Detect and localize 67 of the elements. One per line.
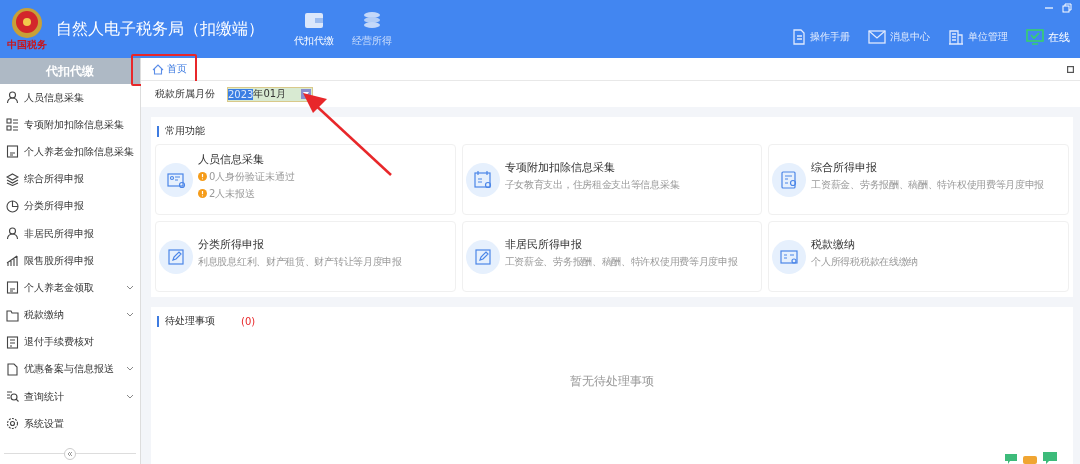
coins-icon: [361, 10, 383, 30]
chat-icon[interactable]: [1043, 452, 1057, 464]
folder-icon: [6, 308, 19, 322]
form-icon: [772, 162, 807, 197]
warning-icon: [198, 172, 207, 181]
document-icon: [6, 281, 19, 295]
status-note: 0人身份验证未通过: [209, 169, 296, 184]
warning-icon: [198, 189, 207, 198]
chat-icon[interactable]: [1023, 456, 1037, 464]
sidebar-item[interactable]: 退付手续费核对: [0, 328, 140, 356]
toolbar-button[interactable]: 在线: [1026, 29, 1070, 45]
chat-icon[interactable]: [1005, 454, 1017, 464]
calendar-icon: [465, 162, 500, 197]
empty-message: 暂无待处理事项: [570, 373, 654, 390]
emblem-icon: [9, 6, 45, 40]
function-card[interactable]: 人员信息采集 0人身份验证未通过 2人未报送: [155, 144, 456, 215]
sidebar-item[interactable]: 个人养老金扣除信息采集: [0, 138, 140, 166]
sidebar-item[interactable]: 个人养老金领取: [0, 274, 140, 302]
sidebar-item[interactable]: 限售股所得申报: [0, 247, 140, 275]
pie-chart-icon: [6, 199, 19, 213]
monitor-icon: [1026, 29, 1044, 45]
sidebar-header: 代扣代缴: [0, 58, 140, 84]
sidebar-item[interactable]: 非居民所得申报: [0, 219, 140, 248]
section-title: 常用功能: [165, 124, 205, 138]
sidebar-item[interactable]: 税款缴纳: [0, 301, 140, 329]
document-icon: [6, 362, 19, 376]
function-card[interactable]: 税款缴纳 个人所得税税款在线缴纳: [768, 221, 1069, 292]
maximize-icon[interactable]: [1067, 65, 1074, 73]
sidebar-item[interactable]: 查询统计: [0, 383, 140, 411]
document-icon: [792, 29, 806, 45]
function-card[interactable]: 分类所得申报 利息股息红利、财产租赁、财产转让等月度申报: [155, 221, 456, 292]
list-icon: [6, 118, 19, 132]
bill-icon: [772, 239, 807, 274]
mail-icon: [868, 30, 886, 44]
sidebar-item[interactable]: 分类所得申报: [0, 192, 140, 220]
sidebar-item[interactable]: 人员信息采集: [0, 84, 140, 112]
wallet-icon: [303, 10, 325, 30]
nav-button[interactable]: 代扣代缴: [290, 0, 338, 58]
collapse-icon[interactable]: [64, 448, 76, 460]
layers-icon: [6, 172, 19, 186]
search-icon: [6, 390, 19, 404]
function-card[interactable]: 综合所得申报 工资薪金、劳务报酬、稿酬、特许权使用费等月度申报: [768, 144, 1069, 215]
field-label: 税款所属月份: [155, 87, 215, 101]
section-title: 待处理事项: [165, 314, 215, 328]
restore-icon[interactable]: [1062, 3, 1072, 13]
status-note: 2人未报送: [209, 186, 256, 201]
settings-icon: [6, 417, 19, 431]
sidebar-item[interactable]: 专项附加扣除信息采集: [0, 111, 140, 139]
sidebar-item[interactable]: 系统设置: [0, 410, 140, 438]
function-card[interactable]: 专项附加扣除信息采集 子女教育支出，住房租金支出等信息采集: [461, 144, 763, 215]
edit-icon: [159, 239, 193, 274]
logo-caption: 中国税务: [7, 38, 47, 52]
sidebar-item[interactable]: 综合所得申报: [0, 165, 140, 193]
id-card-icon: [159, 162, 193, 197]
list-icon: [6, 335, 19, 349]
person-icon: [6, 91, 19, 105]
building-icon: [948, 29, 964, 45]
bar-chart-icon: [6, 254, 19, 268]
function-card[interactable]: 非居民所得申报 工资薪金、劳务报酬、稿酬、特许权使用费等月度申报: [461, 221, 763, 292]
pending-count: (0): [241, 315, 256, 327]
app-title: 自然人电子税务局（扣缴端）: [56, 18, 264, 40]
document-icon: [6, 145, 19, 159]
sidebar-item[interactable]: 优惠备案与信息报送: [0, 355, 140, 384]
home-tab[interactable]: 首页: [149, 60, 190, 78]
home-icon: [152, 63, 164, 75]
edit-icon: [465, 239, 500, 274]
person-icon: [6, 227, 19, 241]
